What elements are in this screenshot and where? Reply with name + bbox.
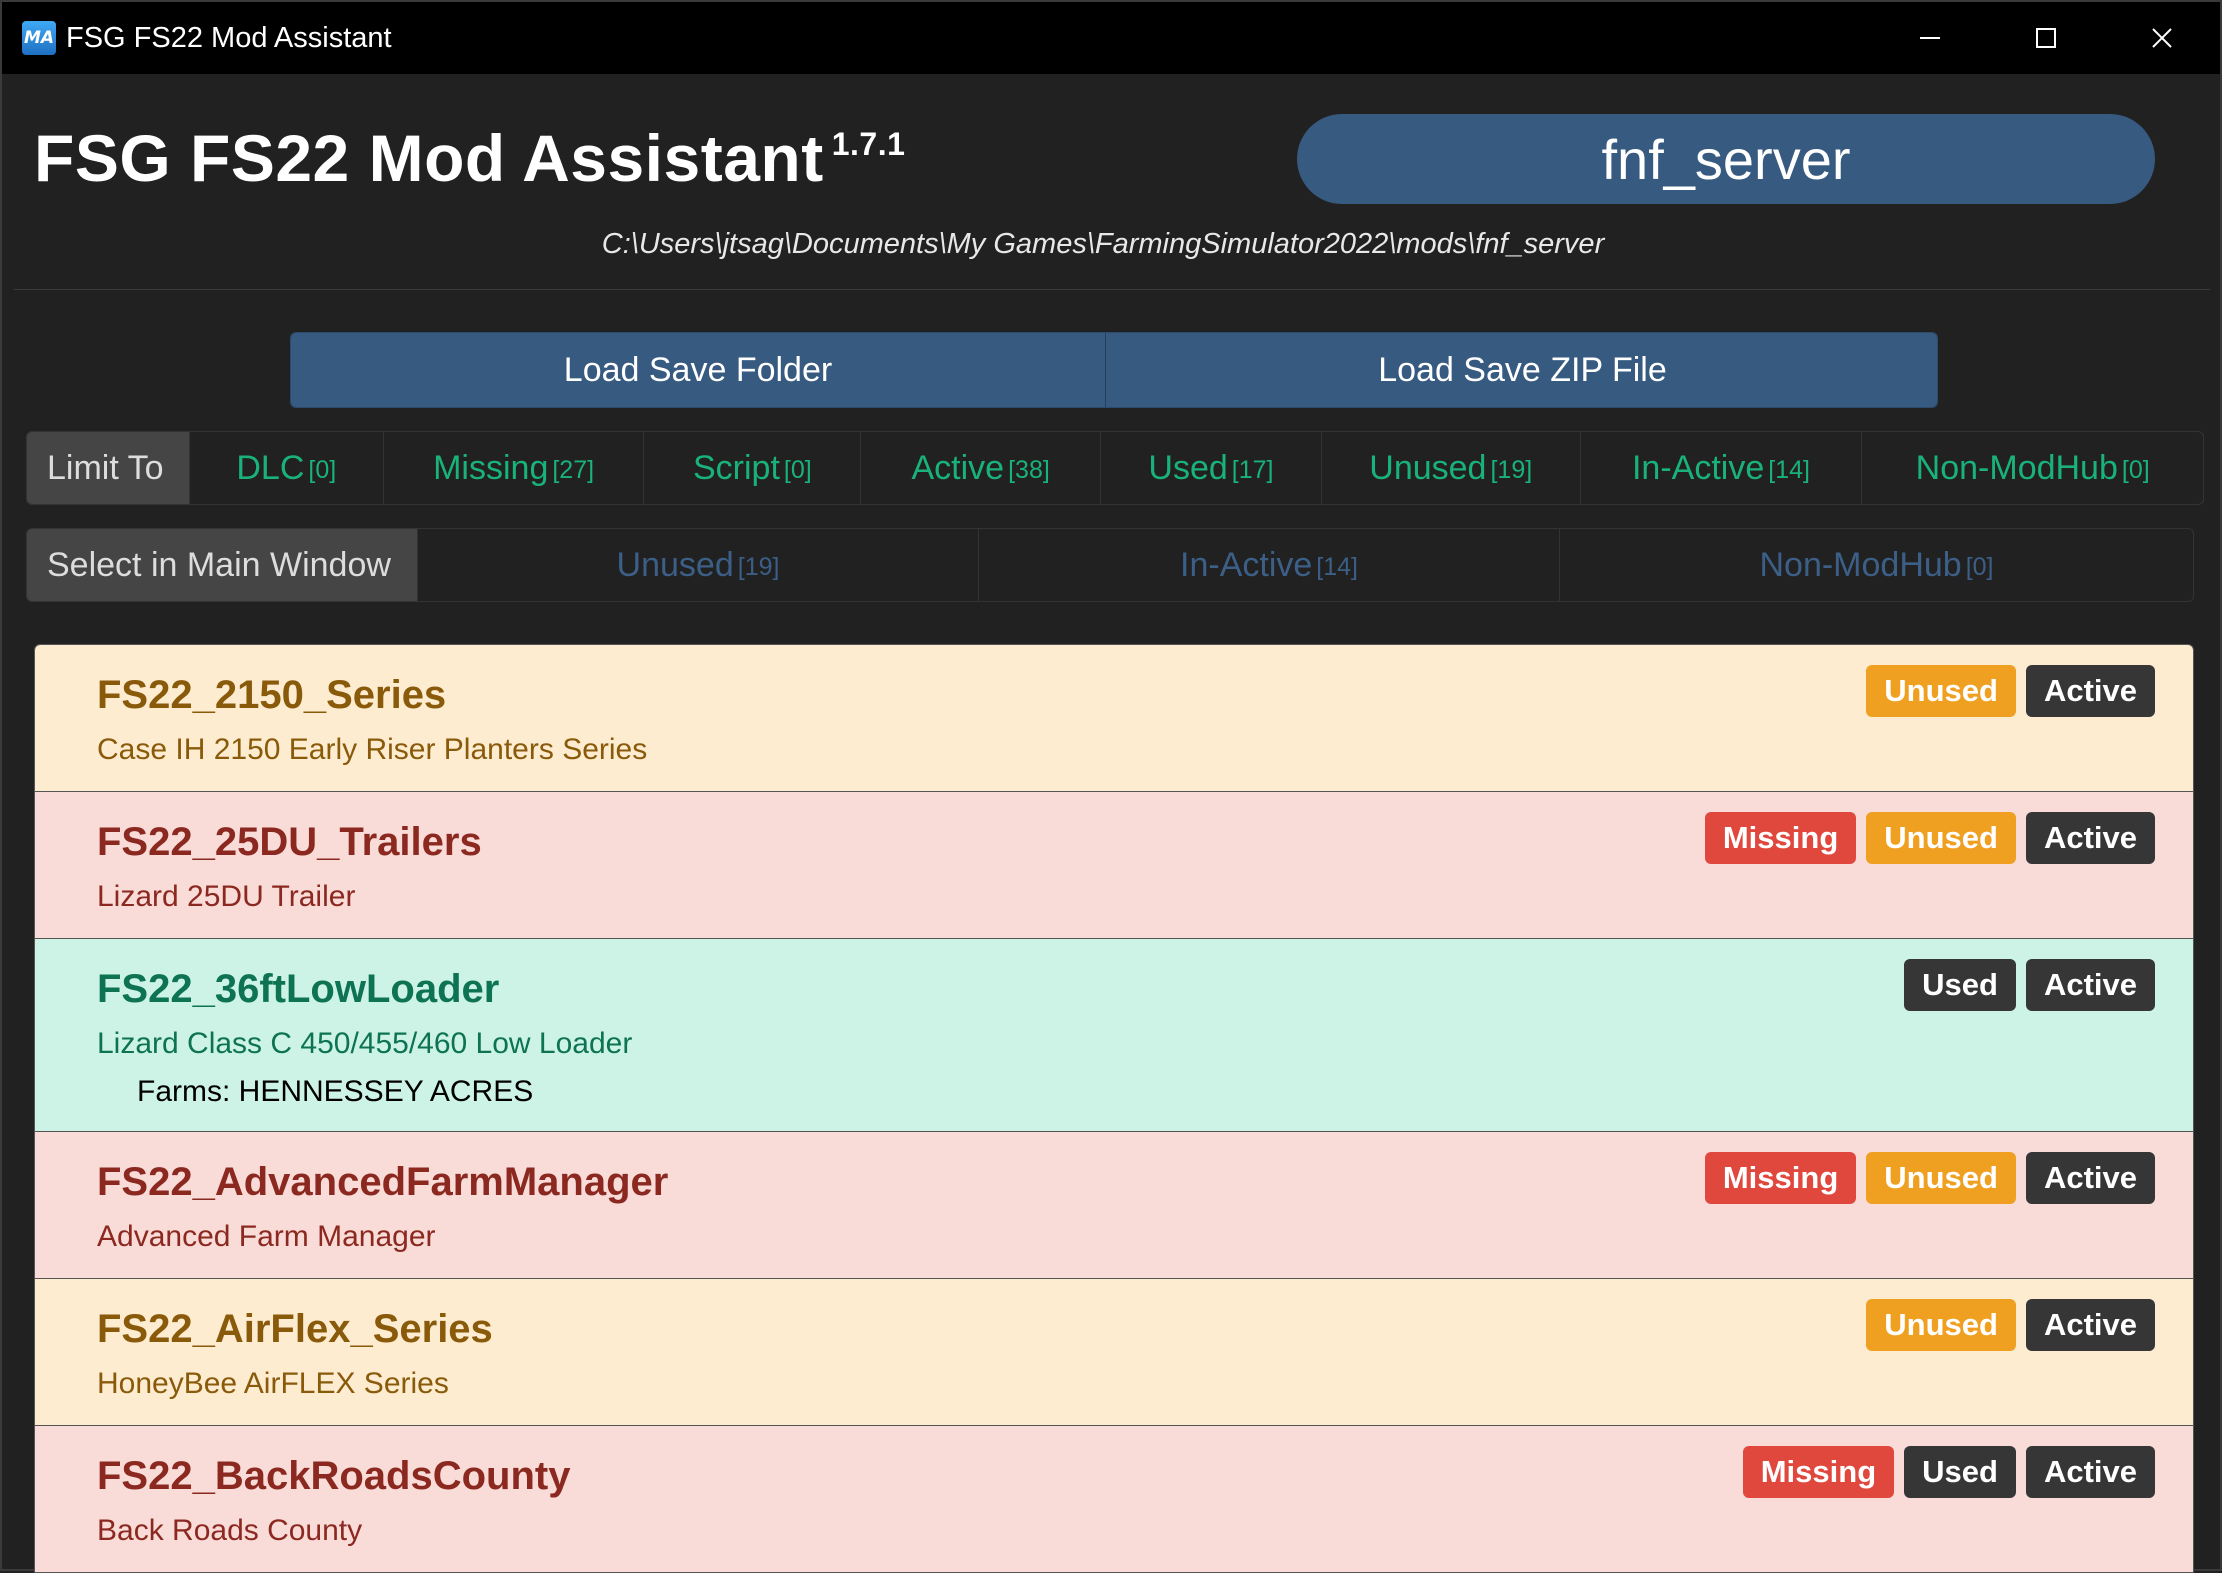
filter-count: [0] [783,455,812,484]
select-in-active[interactable]: In-Active [14] [978,529,1559,601]
mod-name: FS22_25DU_Trailers [97,820,482,864]
status-badge-missing: Missing [1704,812,1857,864]
select-non-modhub[interactable]: Non-ModHub [0] [1559,529,2193,601]
filter-missing[interactable]: Missing [27] [382,432,644,504]
mod-row[interactable]: FS22_2150_Series Case IH 2150 Early Riser… [35,645,2193,792]
filter-label: DLC [236,448,305,487]
filter-used[interactable]: Used [17] [1100,432,1321,504]
mod-row[interactable]: FS22_36ftLowLoader Lizard Class C 450/455… [35,939,2193,1132]
filter-label: Active [911,448,1005,487]
window-controls [1872,2,2220,74]
load-button-group: Load Save Folder Load Save ZIP File [290,332,1938,408]
mod-description: Lizard 25DU Trailer [97,880,356,913]
status-badge-used: Used [1904,1446,2016,1498]
select-in-main-window-bar: Select in Main Window Unused [19] In-Acti… [26,528,2194,602]
status-badge-missing: Missing [1704,1152,1857,1204]
filter-label: Missing [433,448,549,487]
title-bar[interactable]: MA FSG FS22 Mod Assistant [2,2,2220,74]
status-badge-unused: Unused [1866,812,2016,864]
mod-name: FS22_AdvancedFarmManager [97,1160,669,1204]
select-label: In-Active [1180,545,1313,584]
mod-description: HoneyBee AirFLEX Series [97,1367,449,1400]
status-badge-active: Active [2025,1152,2155,1204]
mod-badges: Unused Active [1866,665,2155,717]
mod-row[interactable]: FS22_AirFlex_Series HoneyBee AirFLEX Seri… [35,1279,2193,1426]
mod-row[interactable]: FS22_AdvancedFarmManager Advanced Farm Ma… [35,1132,2193,1279]
mod-name: FS22_2150_Series [97,673,447,717]
filter-label: Used [1148,448,1228,487]
mod-badges: Missing Unused Active [1704,812,2155,864]
filter-script[interactable]: Script [0] [643,432,860,504]
status-badge-active: Active [2025,665,2155,717]
mod-name: FS22_36ftLowLoader [97,967,500,1011]
app-logo-icon: MA [22,21,56,55]
status-badge-active: Active [2025,812,2155,864]
filter-count: [0] [2121,455,2150,484]
select-count: [14] [1316,552,1358,581]
mod-badges: Used Active [1904,959,2155,1011]
app-window: MA FSG FS22 Mod Assistant FSG FS22 Mod A… [0,0,2222,1573]
status-badge-unused: Unused [1866,665,2016,717]
select-count: [19] [737,552,780,581]
mod-badges: Missing Unused Active [1704,1152,2155,1204]
filter-in-active[interactable]: In-Active [14] [1579,432,1862,504]
load-save-folder-button[interactable]: Load Save Folder [291,333,1106,407]
filter-label: Unused [1369,448,1487,487]
maximize-icon [2036,28,2056,48]
filter-label: In-Active [1631,448,1765,487]
status-badge-used: Used [1904,959,2016,1011]
status-badge-unused: Unused [1866,1299,2016,1351]
minimize-button[interactable] [1872,2,1988,74]
mod-description: Lizard Class C 450/455/460 Low Loader [97,1027,633,1060]
select-label: Non-ModHub [1759,545,1962,584]
mod-farms: Farms: HENNESSEY ACRES [137,1075,534,1108]
minimize-icon [1920,37,1940,39]
status-badge-active: Active [2025,1446,2155,1498]
header-divider [14,289,2210,290]
status-badge-missing: Missing [1742,1446,1895,1498]
mod-badges: Unused Active [1866,1299,2155,1351]
mod-description: Back Roads County [97,1514,363,1547]
status-badge-active: Active [2025,1299,2155,1351]
filter-count: [14] [1768,455,1810,484]
select-in-main-window-label: Select in Main Window [27,529,417,601]
close-icon [2152,28,2172,48]
folder-path: C:\Users\jtsag\Documents\My Games\Farmin… [2,228,2222,261]
filter-count: [38] [1008,455,1050,484]
mod-row[interactable]: FS22_BackRoadsCounty Back Roads County Mis… [35,1426,2193,1573]
status-badge-unused: Unused [1866,1152,2016,1204]
mod-badges: Missing Used Active [1742,1446,2155,1498]
maximize-button[interactable] [1988,2,2104,74]
filter-unused[interactable]: Unused [19] [1320,432,1580,504]
select-unused[interactable]: Unused [19] [417,529,978,601]
mod-list: FS22_2150_Series Case IH 2150 Early Riser… [34,644,2194,1573]
collection-name-badge: fnf_server [1297,114,2155,204]
filter-dlc[interactable]: DLC [0] [188,432,383,504]
close-button[interactable] [2104,2,2220,74]
status-badge-active: Active [2025,959,2155,1011]
load-save-zip-button[interactable]: Load Save ZIP File [1106,333,1937,407]
mod-name: FS22_BackRoadsCounty [97,1454,571,1498]
select-count: [0] [1965,552,1994,581]
folder-path-text: C:\Users\jtsag\Documents\My Games\Farmin… [601,228,1605,260]
app-title: FSG FS22 Mod Assistant [34,121,824,195]
mod-description: Case IH 2150 Early Riser Planters Series [97,733,648,766]
page-title: FSG FS22 Mod Assistant 1.7.1 [34,120,905,196]
filter-active[interactable]: Active [38] [860,432,1100,504]
mod-description: Advanced Farm Manager [97,1220,436,1253]
window-title: FSG FS22 Mod Assistant [66,21,392,54]
filter-count: [27] [552,455,595,484]
mod-name: FS22_AirFlex_Series [97,1307,493,1351]
filter-label: Script [693,448,780,487]
select-label: Unused [616,545,734,584]
limit-to-filter-bar: Limit To DLC [0] Missing [27] Script [0] Ac… [26,431,2204,505]
filter-count: [19] [1490,455,1533,484]
limit-to-label: Limit To [27,432,189,504]
filter-count: [0] [308,455,337,484]
version-label: 1.7.1 [831,126,906,162]
mod-row[interactable]: FS22_25DU_Trailers Lizard 25DU Trailer Mis… [35,792,2193,939]
filter-count: [17] [1231,455,1274,484]
filter-non-modhub[interactable]: Non-ModHub [0] [1861,432,2203,504]
filter-label: Non-ModHub [1915,448,2118,487]
